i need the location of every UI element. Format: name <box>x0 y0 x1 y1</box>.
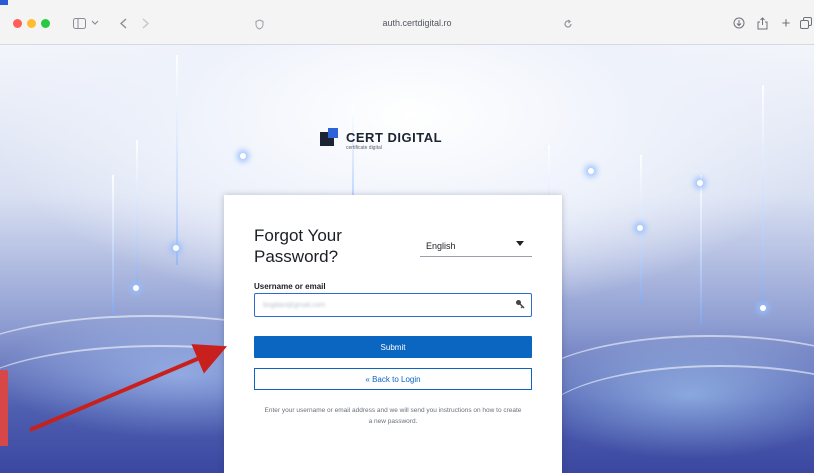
annotation-arrow <box>29 344 228 432</box>
